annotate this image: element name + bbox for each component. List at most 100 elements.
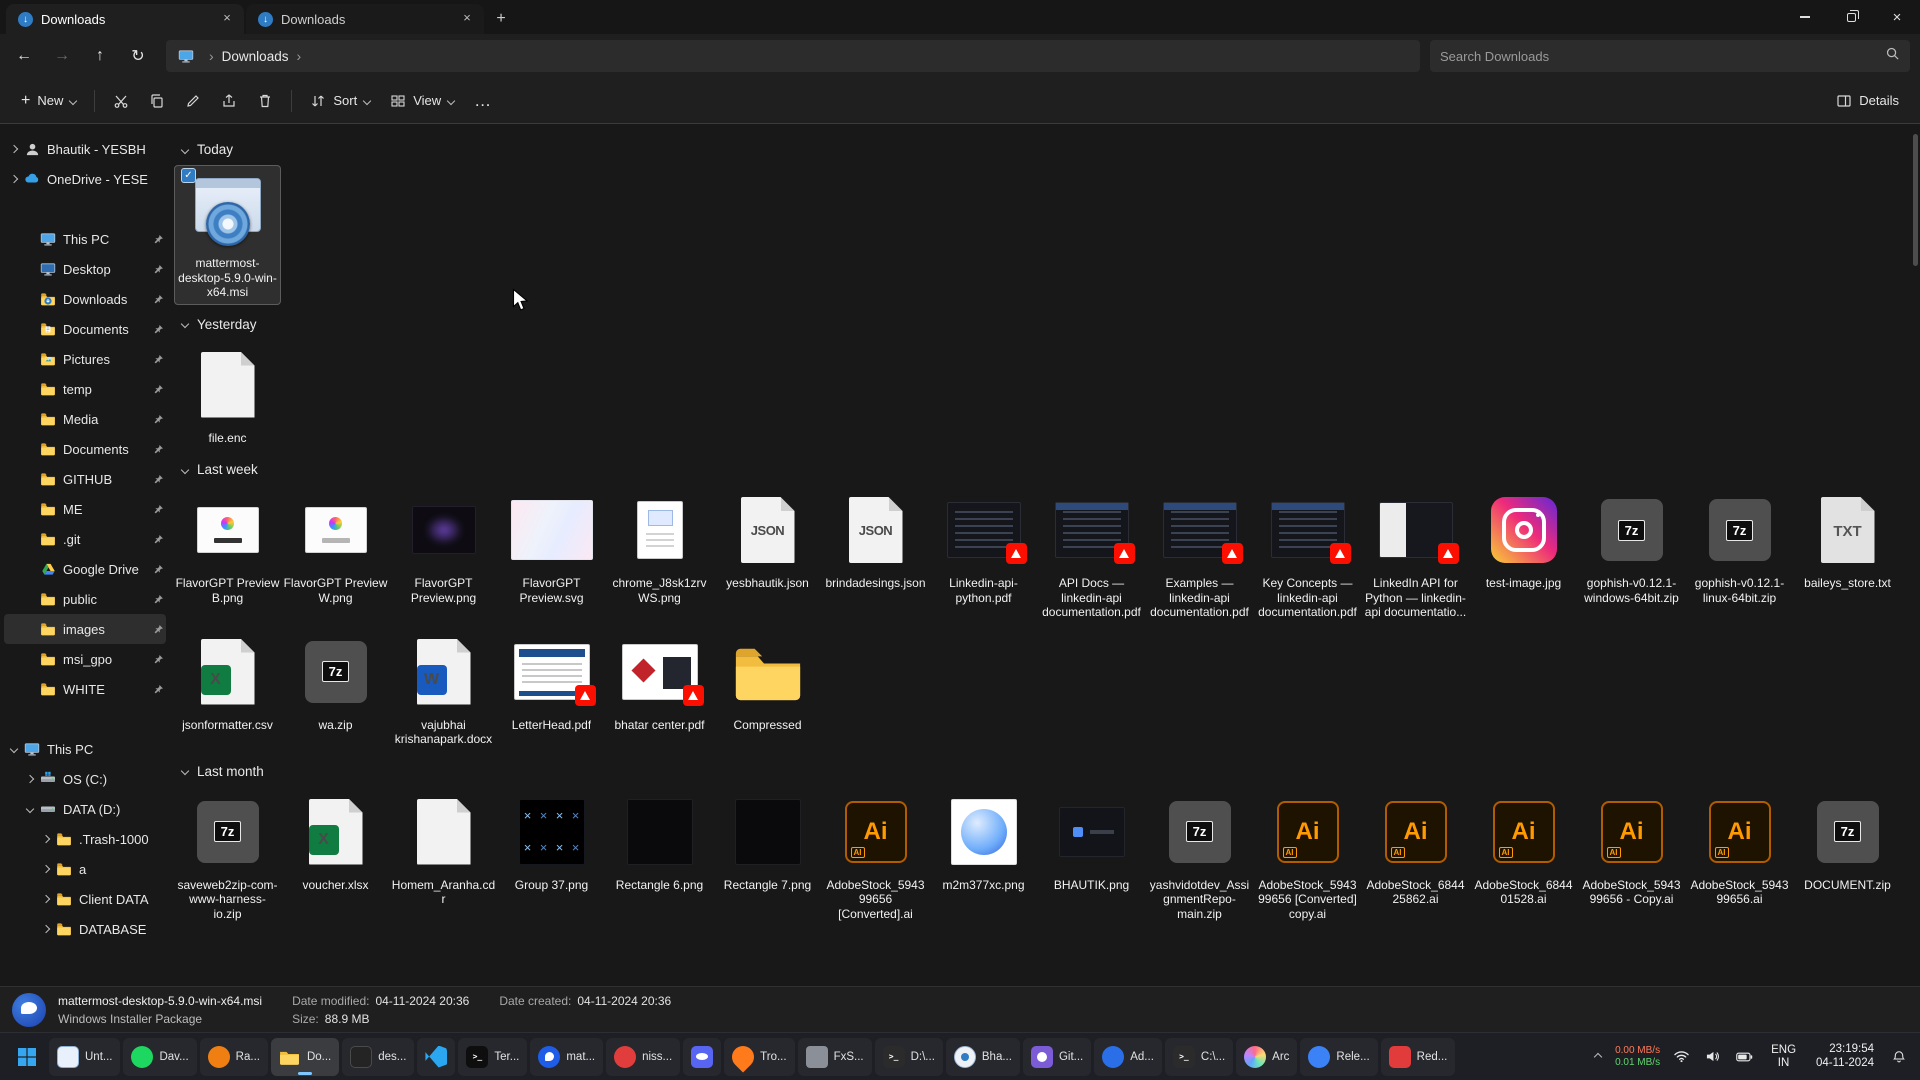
copy-button[interactable]: [140, 84, 174, 118]
tab-close-icon[interactable]: ×: [458, 10, 476, 28]
chevron-right-icon[interactable]: [38, 896, 54, 902]
hidden-icons-button[interactable]: [1589, 1039, 1607, 1075]
file-tile-compressed[interactable]: Compressed: [714, 627, 821, 738]
maximize-button[interactable]: [1828, 0, 1874, 34]
file-tile-adobestock-684425862-ai[interactable]: AiAI AdobeStock_684425862.ai: [1362, 787, 1469, 912]
minimize-button[interactable]: [1782, 0, 1828, 34]
file-tile-test-image-jpg[interactable]: test-image.jpg: [1470, 485, 1577, 596]
clock[interactable]: 23:19:54 04-11-2024: [1808, 1043, 1882, 1070]
forward-button[interactable]: →: [44, 40, 80, 72]
sidebar-item-onedrive-yese[interactable]: OneDrive - YESE: [4, 164, 166, 194]
file-tile-brindadesings-json[interactable]: JSON brindadesings.json: [822, 485, 929, 596]
file-tile-bhatar-center-pdf[interactable]: bhatar center.pdf: [606, 627, 713, 738]
file-tile-gophish-v0-12-1-windows-64bit-zip[interactable]: 7z gophish-v0.12.1-windows-64bit.zip: [1578, 485, 1685, 610]
sort-button[interactable]: Sort: [301, 84, 379, 118]
up-button[interactable]: ↑: [82, 40, 118, 72]
taskbar-item-bha[interactable]: Bha...: [946, 1038, 1020, 1076]
battery-icon[interactable]: [1730, 1039, 1759, 1075]
file-tile-rectangle-6-png[interactable]: Rectangle 6.png: [606, 787, 713, 898]
file-tile-letterhead-pdf[interactable]: LetterHead.pdf: [498, 627, 605, 738]
titlebar-drag-area[interactable]: [516, 0, 1782, 34]
volume-icon[interactable]: [1699, 1039, 1726, 1075]
refresh-button[interactable]: ↻: [120, 40, 156, 72]
sidebar-item-this-pc[interactable]: This PC: [4, 224, 166, 254]
wifi-icon[interactable]: [1668, 1039, 1695, 1075]
taskbar-item-fxs[interactable]: FxS...: [798, 1038, 872, 1076]
search-input[interactable]: [1440, 49, 1877, 64]
file-tile-api-docs-linkedin-api-documentation-pdf[interactable]: API Docs — linkedin-api documentation.pd…: [1038, 485, 1145, 625]
sidebar-item-client-data[interactable]: Client DATA: [4, 884, 166, 914]
file-tile-document-zip[interactable]: 7z DOCUMENT.zip: [1794, 787, 1901, 898]
sidebar-item-public[interactable]: public: [4, 584, 166, 614]
taskbar-item-mat[interactable]: mat...: [530, 1038, 603, 1076]
group-header-last-week[interactable]: Last week: [182, 462, 1910, 477]
sidebar-item-bhautik-yesbh[interactable]: Bhautik - YESBH: [4, 134, 166, 164]
checkbox-checked-icon[interactable]: ✓: [181, 168, 196, 183]
chevron-right-icon[interactable]: [6, 176, 22, 182]
taskbar-item-tro[interactable]: Tro...: [724, 1038, 794, 1076]
file-tile-chrome-j8sk1zrvws-png[interactable]: chrome_J8sk1zrvWS.png: [606, 485, 713, 610]
sidebar-item-os-c[interactable]: OS (C:): [4, 764, 166, 794]
file-tile-gophish-v0-12-1-linux-64bit-zip[interactable]: 7z gophish-v0.12.1-linux-64bit.zip: [1686, 485, 1793, 610]
file-tile-baileys-store-txt[interactable]: TXT baileys_store.txt: [1794, 485, 1901, 596]
file-tile-adobestock-594399656-converted-ai[interactable]: AiAI AdobeStock_594399656 [Converted].ai: [822, 787, 929, 927]
back-button[interactable]: ←: [6, 40, 42, 72]
sidebar-item-git[interactable]: .git: [4, 524, 166, 554]
taskbar-item-d[interactable]: >_D:\...: [875, 1038, 943, 1076]
group-header-yesterday[interactable]: Yesterday: [182, 317, 1910, 332]
file-tile-wa-zip[interactable]: 7z wa.zip: [282, 627, 389, 738]
file-tile-flavorgpt-preview-w-png[interactable]: FlavorGPT Preview W.png: [282, 485, 389, 610]
chevron-right-icon[interactable]: [6, 146, 22, 152]
chevron-right-icon[interactable]: [38, 836, 54, 842]
taskbar-item-ad[interactable]: Ad...: [1094, 1038, 1162, 1076]
network-speed-indicator[interactable]: 0.00 MB/s 0.01 MB/s: [1611, 1045, 1664, 1069]
file-tile-voucher-xlsx[interactable]: X voucher.xlsx: [282, 787, 389, 898]
language-indicator[interactable]: ENG IN: [1763, 1044, 1804, 1070]
details-pane-button[interactable]: Details: [1827, 84, 1908, 118]
taskbar-item-ter[interactable]: >_Ter...: [458, 1038, 527, 1076]
sidebar-item-desktop[interactable]: Desktop: [4, 254, 166, 284]
taskbar-item-rele[interactable]: Rele...: [1300, 1038, 1377, 1076]
new-tab-button[interactable]: +: [486, 5, 516, 33]
view-button[interactable]: View: [381, 84, 463, 118]
file-tile-examples-linkedin-api-documentation-pdf[interactable]: Examples — linkedin-api documentation.pd…: [1146, 485, 1253, 625]
taskbar-item-unt[interactable]: Unt...: [49, 1038, 120, 1076]
sidebar-item-pictures[interactable]: Pictures: [4, 344, 166, 374]
file-tile-vajubhai-krishanapark-docx[interactable]: W vajubhai krishanapark.docx: [390, 627, 497, 752]
sidebar-item-google-drive[interactable]: Google Drive: [4, 554, 166, 584]
close-button[interactable]: ×: [1874, 0, 1920, 34]
sidebar-item-documents[interactable]: Documents: [4, 314, 166, 344]
sidebar-item-msi-gpo[interactable]: msi_gpo: [4, 644, 166, 674]
file-tile-mattermost-desktop-5-9-0-win-x64-msi[interactable]: ✓ mattermost-desktop-5.9.0-win-x64.msi: [174, 165, 281, 305]
file-tile-linkedin-api-for-python-linkedin-api-documentatio[interactable]: LinkedIn API for Python — linkedin-api d…: [1362, 485, 1469, 625]
file-tile-linkedin-api-python-pdf[interactable]: Linkedin-api-python.pdf: [930, 485, 1037, 610]
file-tile-adobestock-594399656-converted-copy-ai[interactable]: AiAI AdobeStock_594399656 [Converted] co…: [1254, 787, 1361, 927]
sidebar-item-downloads[interactable]: Downloads: [4, 284, 166, 314]
file-tile-rectangle-7-png[interactable]: Rectangle 7.png: [714, 787, 821, 898]
file-tile-jsonformatter-csv[interactable]: X jsonformatter.csv: [174, 627, 281, 738]
delete-button[interactable]: [248, 84, 282, 118]
chevron-right-icon[interactable]: [22, 776, 38, 782]
sidebar-item-documents[interactable]: Documents: [4, 434, 166, 464]
taskbar-item-red[interactable]: Red...: [1381, 1038, 1456, 1076]
chevron-down-icon[interactable]: [6, 746, 22, 752]
group-header-last-month[interactable]: Last month: [182, 764, 1910, 779]
file-tile-flavorgpt-preview-svg[interactable]: FlavorGPT Preview.svg: [498, 485, 605, 610]
file-tile-bhautik-png[interactable]: BHAUTIK.png: [1038, 787, 1145, 898]
cut-button[interactable]: [104, 84, 138, 118]
address-bar[interactable]: › Downloads ›: [166, 40, 1420, 72]
more-options-button[interactable]: …: [465, 84, 500, 118]
file-tile-group-37-png[interactable]: ×××××××× Group 37.png: [498, 787, 605, 898]
file-tile-adobestock-594399656-ai[interactable]: AiAI AdobeStock_594399656.ai: [1686, 787, 1793, 912]
group-header-today[interactable]: Today: [182, 142, 1910, 157]
file-tile-m2m377xc-png[interactable]: m2m377xc.png: [930, 787, 1037, 898]
new-button[interactable]: + New: [12, 84, 85, 118]
sidebar-item-github[interactable]: GITHUB: [4, 464, 166, 494]
taskbar-item-c[interactable]: >_C:\...: [1165, 1038, 1233, 1076]
sidebar-item-media[interactable]: Media: [4, 404, 166, 434]
sidebar-item-images[interactable]: images: [4, 614, 166, 644]
sidebar-item-database[interactable]: DATABASE: [4, 914, 166, 944]
taskbar-item-discord[interactable]: [683, 1038, 721, 1076]
taskbar-item-do[interactable]: Do...: [271, 1038, 339, 1076]
chevron-right-icon[interactable]: [38, 866, 54, 872]
